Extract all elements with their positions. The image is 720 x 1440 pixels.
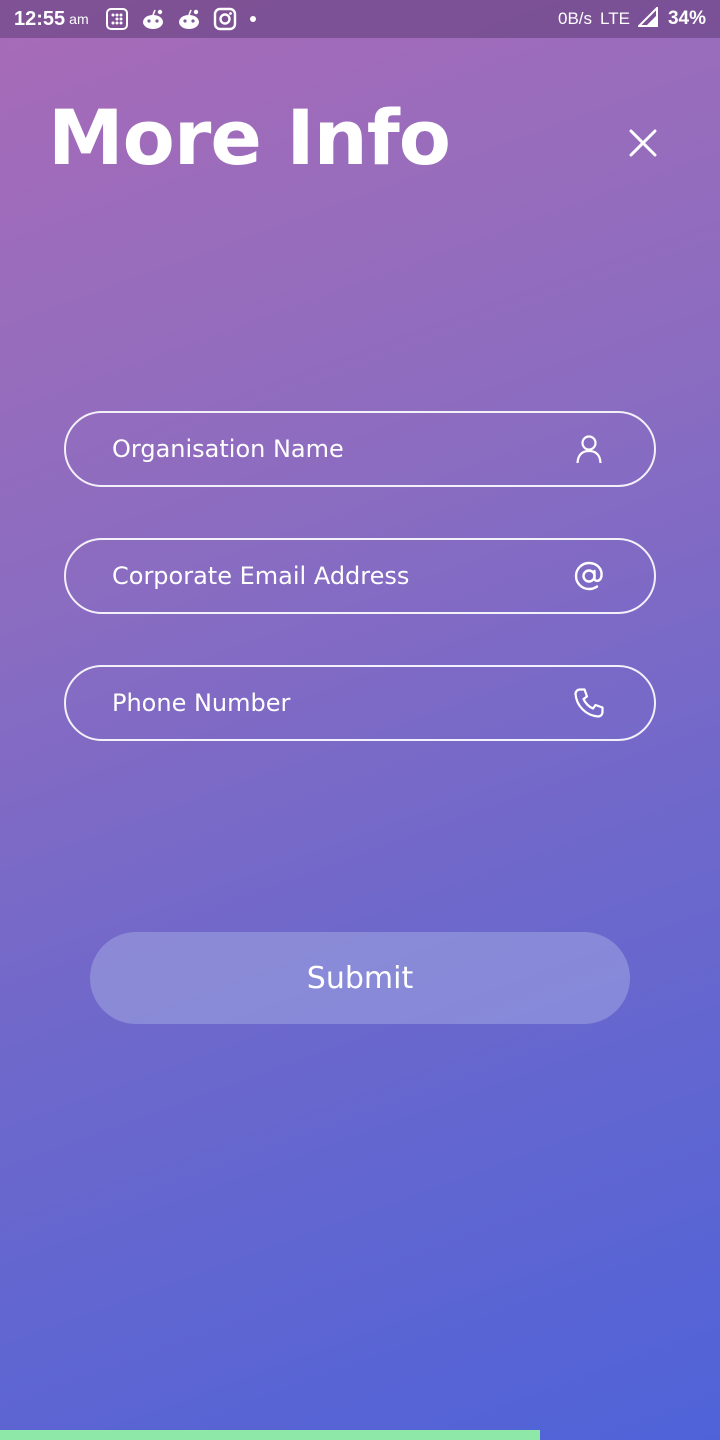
phone-number-field[interactable] bbox=[64, 665, 656, 741]
signal-icon bbox=[636, 5, 658, 32]
dot-icon bbox=[249, 15, 257, 23]
user-icon bbox=[572, 432, 606, 466]
close-icon bbox=[629, 129, 657, 157]
battery-level: 34% bbox=[667, 8, 706, 29]
progress-fill bbox=[0, 1430, 540, 1440]
status-time: 12:55 bbox=[14, 7, 66, 30]
submit-button[interactable]: Submit bbox=[90, 932, 630, 1024]
phone-icon bbox=[572, 686, 606, 720]
instagram-icon bbox=[213, 7, 237, 31]
reddit-icon bbox=[141, 8, 165, 30]
organisation-name-field[interactable] bbox=[64, 411, 656, 487]
at-icon bbox=[572, 559, 606, 593]
page-title: More Info bbox=[48, 93, 451, 182]
app-grid-icon bbox=[105, 7, 129, 31]
phone-number-input[interactable] bbox=[112, 689, 572, 717]
progress-bar bbox=[0, 1430, 720, 1440]
corporate-email-field[interactable] bbox=[64, 538, 656, 614]
status-left: 12:55 am bbox=[14, 7, 269, 31]
close-button[interactable] bbox=[622, 122, 664, 164]
submit-label: Submit bbox=[306, 960, 414, 996]
network-type: LTE bbox=[600, 9, 630, 28]
organisation-name-input[interactable] bbox=[112, 435, 572, 463]
net-speed: 0B/s bbox=[558, 9, 593, 28]
status-bar: 12:55 am 0B/s LTE 34% bbox=[0, 0, 720, 38]
status-right: 0B/s LTE 34% bbox=[558, 5, 706, 32]
reddit-icon bbox=[177, 8, 201, 30]
status-ampm: am bbox=[69, 11, 89, 27]
corporate-email-input[interactable] bbox=[112, 562, 572, 590]
